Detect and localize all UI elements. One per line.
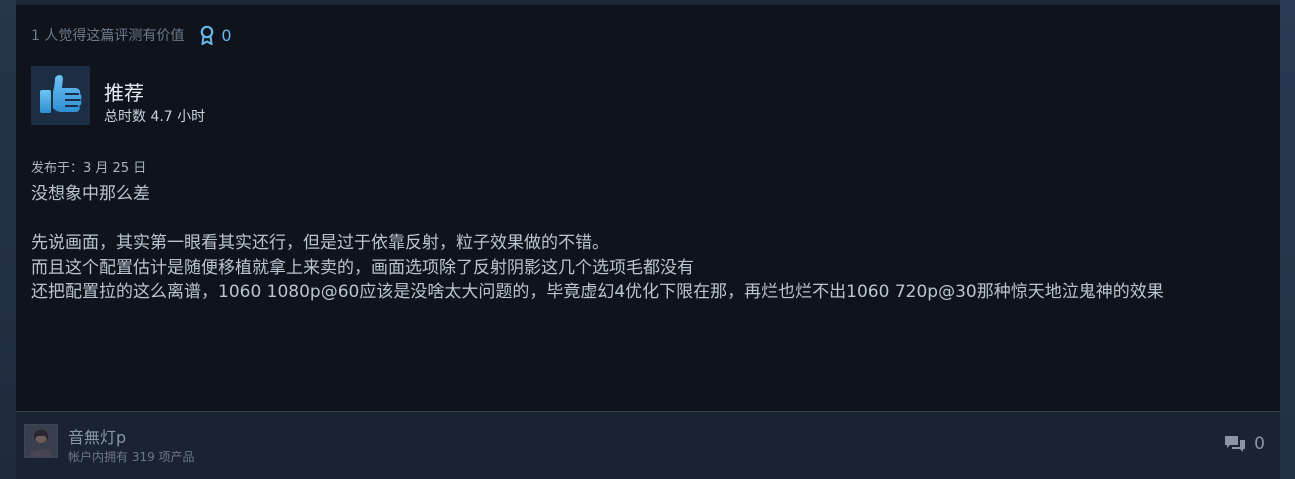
author-products[interactable]: 帐户内拥有 319 项产品 [68, 448, 195, 465]
award-icon[interactable] [198, 25, 216, 46]
page-background-left [0, 0, 16, 479]
award-count: 0 [221, 25, 232, 45]
helpful-row: 1 人觉得这篇评测有价值 0 [31, 25, 232, 46]
comments-button[interactable]: 0 [1224, 434, 1265, 454]
comment-icon [1225, 436, 1246, 452]
helpful-text: 1 人觉得这篇评测有价值 [31, 28, 185, 44]
recommendation-title[interactable]: 推荐 [104, 77, 144, 106]
comment-count: 0 [1254, 434, 1265, 454]
review-paragraph: 而且这个配置估计是随便移植就拿上来卖的，画面选项除了反射阴影这几个选项毛都没有 [31, 257, 694, 278]
review-body: 没想象中那么差 先说画面，其实第一眼看其实还行，但是过于依靠反射，粒子效果做的不… [31, 182, 1267, 305]
author-name[interactable]: 音無灯p [68, 424, 126, 448]
review-footer: 音無灯p 帐户内拥有 319 项产品 0 [16, 412, 1280, 479]
thumbs-up-icon[interactable] [31, 66, 90, 125]
page-background-right [1280, 0, 1295, 479]
review-paragraph: 还把配置拉的这么离谱，1060 1080p@60应该是没啥太大问题的，毕竟虚幻4… [31, 282, 1164, 302]
review-card: 1 人觉得这篇评测有价值 0 推荐 总时数 4.7 小时 发布于：3 月 25 … [16, 5, 1280, 411]
review-paragraph: 先说画面，其实第一眼看其实还行，但是过于依靠反射，粒子效果做的不错。 [31, 233, 609, 253]
avatar[interactable] [24, 424, 58, 458]
review-paragraph-blank [31, 207, 1267, 232]
review-paragraph: 没想象中那么差 [31, 184, 150, 204]
posted-date: 发布于：3 月 25 日 [31, 161, 147, 176]
playtime-hours: 总时数 4.7 小时 [104, 109, 206, 125]
